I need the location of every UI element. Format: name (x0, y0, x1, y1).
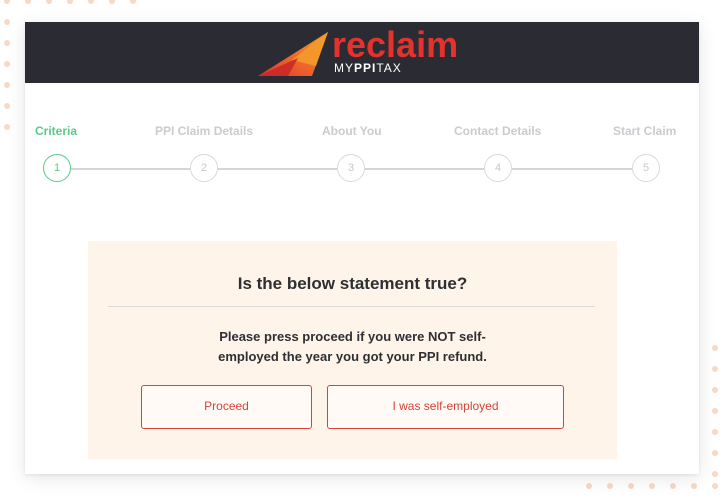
decorative-dot (46, 0, 52, 4)
brand-wordmark: reclaim (332, 24, 459, 65)
decorative-dot (586, 483, 592, 489)
step-circle-4: 4 (484, 154, 512, 182)
decorative-dot (4, 19, 10, 25)
decorative-dot (88, 0, 94, 4)
decorative-dot (4, 61, 10, 67)
self-employed-button[interactable]: I was self-employed (327, 385, 564, 429)
step-label-ppi-claim-details: PPI Claim Details (155, 124, 254, 138)
decorative-dot (4, 124, 10, 130)
logo-mark-icon (258, 32, 328, 76)
decorative-dot (109, 0, 115, 4)
question-panel: Is the below statement true? Please pres… (88, 241, 617, 459)
decorative-dot (4, 0, 10, 4)
step-label-criteria: Criteria (35, 124, 78, 138)
step-connector (218, 168, 337, 170)
decorative-dot (712, 387, 718, 393)
step-label-start-claim: Start Claim (613, 124, 677, 138)
wizard-card: reclaim MYPPITAX Criteria PPI Claim Deta… (25, 22, 699, 474)
decorative-dot (4, 40, 10, 46)
decorative-dot (4, 103, 10, 109)
decorative-dot (67, 0, 73, 4)
progress-stepper: Criteria PPI Claim Details About You Con… (25, 122, 699, 192)
step-label-about-you: About You (322, 124, 382, 138)
question-statement: Please press proceed if you were NOT sel… (218, 329, 487, 364)
brand-logo[interactable]: reclaim MYPPITAX (258, 24, 468, 80)
step-circle-1[interactable]: 1 (43, 154, 71, 182)
proceed-button[interactable]: Proceed (141, 385, 312, 429)
step-circle-2: 2 (190, 154, 218, 182)
decorative-dot (712, 345, 718, 351)
decorative-dot (628, 483, 634, 489)
decorative-dot (130, 0, 136, 4)
decorative-dot (607, 483, 613, 489)
decorative-dot (712, 408, 718, 414)
decorative-dot (25, 0, 31, 4)
step-circle-5: 5 (632, 154, 660, 182)
decorative-dot (712, 471, 718, 477)
decorative-dot (712, 483, 718, 489)
brand-subtitle: MYPPITAX (334, 61, 402, 75)
decorative-dot (649, 483, 655, 489)
site-header: reclaim MYPPITAX (25, 22, 699, 83)
decorative-dot (712, 366, 718, 372)
step-circle-3: 3 (337, 154, 365, 182)
step-connector (512, 168, 632, 170)
decorative-dot (691, 483, 697, 489)
step-connector (71, 168, 190, 170)
decorative-dot (4, 82, 10, 88)
question-title: Is the below statement true? (237, 274, 468, 293)
step-label-contact-details: Contact Details (454, 124, 542, 138)
decorative-dot (712, 450, 718, 456)
step-connector (365, 168, 484, 170)
decorative-dot (712, 429, 718, 435)
divider (108, 306, 595, 307)
decorative-dot (670, 483, 676, 489)
